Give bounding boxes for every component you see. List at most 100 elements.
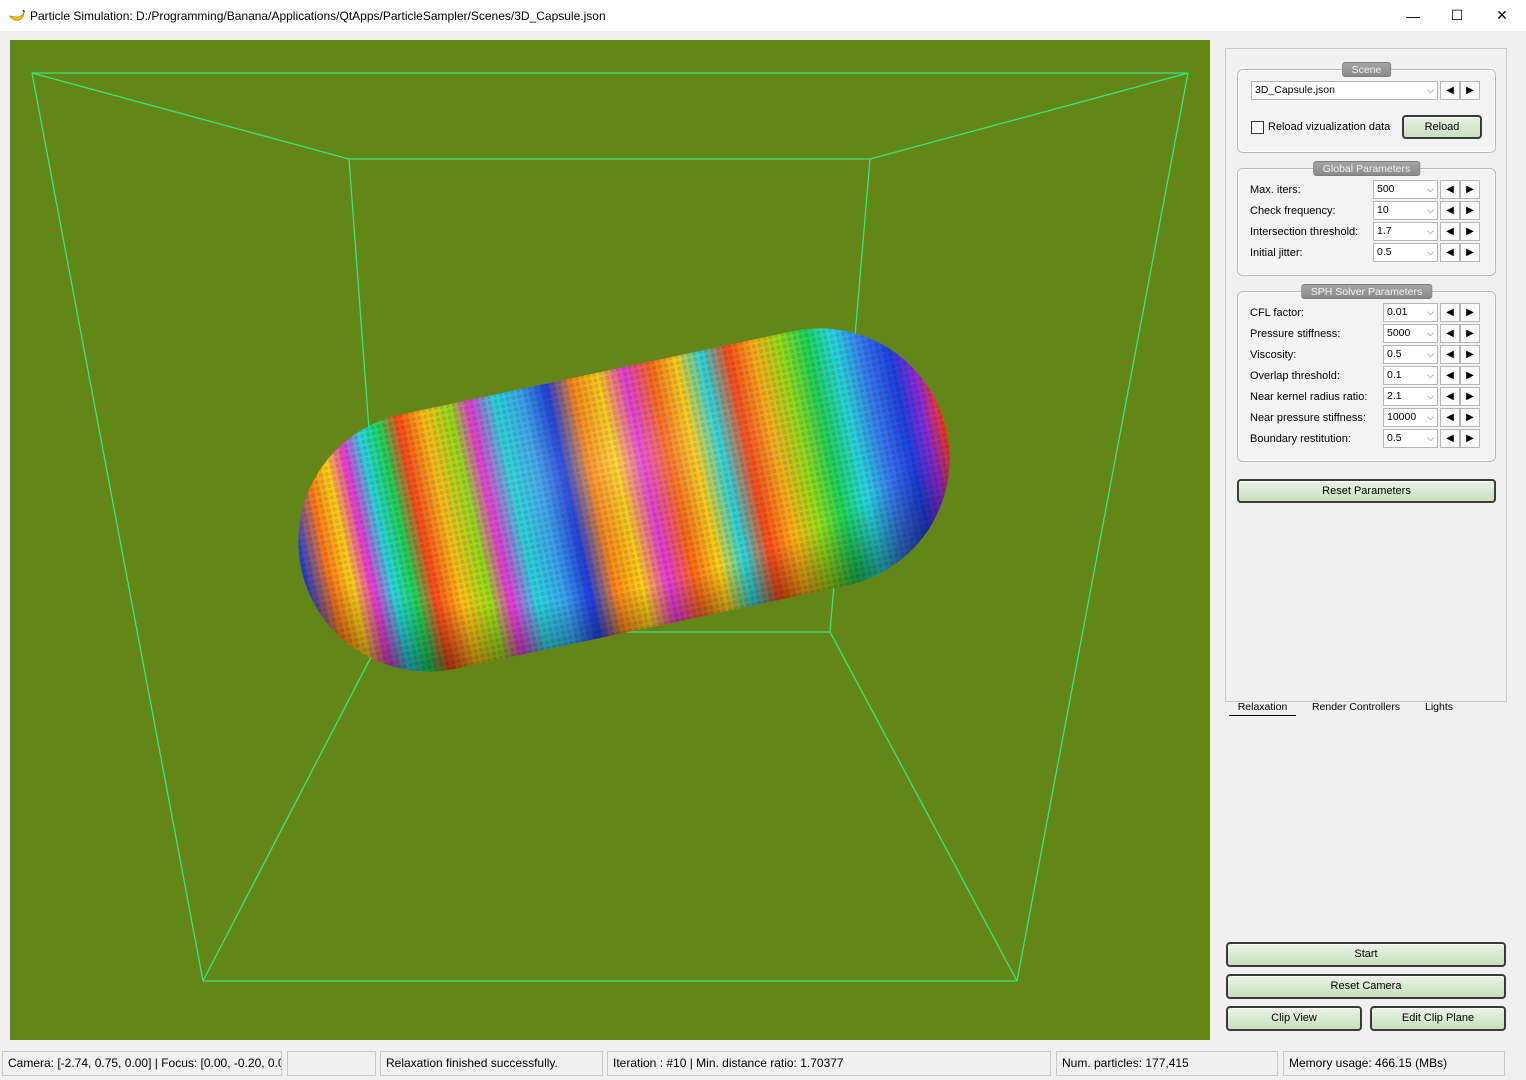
- global-param-row: Check frequency: 10 ⌵ ◀ ▶: [1238, 201, 1495, 222]
- chevron-down-icon: ⌵: [1427, 184, 1434, 194]
- clip-view-button[interactable]: Clip View: [1226, 1006, 1362, 1031]
- sph-param-increment-button[interactable]: ▶: [1460, 366, 1480, 385]
- global-param-value: 0.5: [1377, 246, 1392, 258]
- sph-param-increment-button[interactable]: ▶: [1460, 303, 1480, 322]
- sph-param-increment-button[interactable]: ▶: [1460, 345, 1480, 364]
- sph-param-value: 2.1: [1387, 390, 1402, 402]
- global-param-row: Intersection threshold: 1.7 ⌵ ◀ ▶: [1238, 222, 1495, 243]
- status-particles: Num. particles: 177,415: [1056, 1051, 1278, 1076]
- sph-param-row: Viscosity: 0.5 ⌵ ◀ ▶: [1238, 345, 1495, 366]
- triangle-right-icon: ▶: [1466, 328, 1474, 339]
- banana-app-icon: [9, 9, 25, 21]
- sph-parameters-group: SPH Solver Parameters CFL factor: 0.01 ⌵ ◀ ▶…: [1237, 284, 1496, 462]
- global-param-value-select[interactable]: 10 ⌵: [1373, 201, 1438, 220]
- sph-param-decrement-button[interactable]: ◀: [1440, 366, 1460, 385]
- global-param-value: 1.7: [1377, 225, 1392, 237]
- global-param-value: 10: [1377, 204, 1389, 216]
- sph-param-value: 5000: [1387, 327, 1411, 339]
- global-param-decrement-button[interactable]: ◀: [1440, 180, 1460, 199]
- window-title: Particle Simulation: D:/Programming/Bana…: [30, 9, 606, 23]
- sph-param-label: Overlap threshold:: [1250, 370, 1340, 382]
- sph-param-decrement-button[interactable]: ◀: [1440, 429, 1460, 448]
- sph-param-decrement-button[interactable]: ◀: [1440, 324, 1460, 343]
- tab-lights[interactable]: Lights: [1416, 701, 1462, 716]
- sph-param-increment-button[interactable]: ▶: [1460, 429, 1480, 448]
- reset-camera-button[interactable]: Reset Camera: [1226, 974, 1506, 999]
- tab-relaxation[interactable]: Relaxation: [1229, 701, 1296, 716]
- triangle-left-icon: ◀: [1446, 205, 1454, 216]
- relaxation-panel: Scene 3D_Capsule.json ⌵ ◀ ▶ Reload vizua…: [1225, 48, 1507, 702]
- scene-file-select[interactable]: 3D_Capsule.json ⌵: [1251, 81, 1438, 100]
- sph-param-row: Near pressure stiffness: 10000 ⌵ ◀ ▶: [1238, 408, 1495, 429]
- reset-parameters-button[interactable]: Reset Parameters: [1237, 479, 1496, 503]
- triangle-right-icon: ▶: [1466, 307, 1474, 318]
- render-viewport[interactable]: [10, 40, 1210, 1040]
- sph-param-value-select[interactable]: 10000 ⌵: [1383, 408, 1438, 427]
- global-param-label: Check frequency:: [1250, 205, 1336, 217]
- chevron-down-icon: ⌵: [1427, 226, 1434, 236]
- global-param-value-select[interactable]: 0.5 ⌵: [1373, 243, 1438, 262]
- sph-param-decrement-button[interactable]: ◀: [1440, 303, 1460, 322]
- sph-param-increment-button[interactable]: ▶: [1460, 408, 1480, 427]
- global-param-increment-button[interactable]: ▶: [1460, 243, 1480, 262]
- sph-param-value-select[interactable]: 2.1 ⌵: [1383, 387, 1438, 406]
- close-button[interactable]: ✕: [1479, 0, 1525, 31]
- sph-param-label: Boundary restitution:: [1250, 433, 1351, 445]
- sph-param-value: 0.1: [1387, 369, 1402, 381]
- sph-param-decrement-button[interactable]: ◀: [1440, 387, 1460, 406]
- scene-prev-button[interactable]: ◀: [1440, 81, 1460, 100]
- minimize-button[interactable]: —: [1390, 0, 1436, 31]
- close-icon: ✕: [1496, 7, 1508, 23]
- reload-button[interactable]: Reload: [1402, 115, 1482, 139]
- triangle-right-icon: ▶: [1466, 391, 1474, 402]
- global-parameters-title: Global Parameters: [1312, 161, 1421, 176]
- chevron-down-icon: ⌵: [1427, 205, 1434, 215]
- triangle-left-icon: ◀: [1446, 412, 1454, 423]
- triangle-right-icon: ▶: [1466, 370, 1474, 381]
- triangle-right-icon: ▶: [1466, 412, 1474, 423]
- chevron-down-icon: ⌵: [1427, 85, 1434, 95]
- scene-canvas[interactable]: [10, 40, 1210, 1040]
- global-param-increment-button[interactable]: ▶: [1460, 222, 1480, 241]
- reload-viz-checkbox[interactable]: [1251, 121, 1264, 134]
- global-param-decrement-button[interactable]: ◀: [1440, 222, 1460, 241]
- sph-param-row: Near kernel radius ratio: 2.1 ⌵ ◀ ▶: [1238, 387, 1495, 408]
- sph-param-increment-button[interactable]: ▶: [1460, 387, 1480, 406]
- triangle-left-icon: ◀: [1446, 226, 1454, 237]
- edit-clip-plane-button[interactable]: Edit Clip Plane: [1370, 1006, 1506, 1031]
- chevron-down-icon: ⌵: [1427, 328, 1434, 338]
- sph-param-value-select[interactable]: 0.5 ⌵: [1383, 345, 1438, 364]
- global-param-value-select[interactable]: 500 ⌵: [1373, 180, 1438, 199]
- sph-param-label: Pressure stiffness:: [1250, 328, 1341, 340]
- chevron-down-icon: ⌵: [1427, 433, 1434, 443]
- global-param-value-select[interactable]: 1.7 ⌵: [1373, 222, 1438, 241]
- status-memory: Memory usage: 466.15 (MBs): [1283, 1051, 1505, 1076]
- status-blank: [287, 1051, 376, 1076]
- global-param-increment-button[interactable]: ▶: [1460, 201, 1480, 220]
- tab-render-controllers[interactable]: Render Controllers: [1302, 701, 1410, 716]
- triangle-left-icon: ◀: [1446, 370, 1454, 381]
- sph-param-label: Near kernel radius ratio:: [1250, 391, 1368, 403]
- sph-parameters-title: SPH Solver Parameters: [1300, 284, 1433, 299]
- sph-param-value-select[interactable]: 5000 ⌵: [1383, 324, 1438, 343]
- global-param-decrement-button[interactable]: ◀: [1440, 243, 1460, 262]
- scene-next-button[interactable]: ▶: [1460, 81, 1480, 100]
- scene-group-title: Scene: [1341, 62, 1392, 77]
- sph-param-value: 10000: [1387, 411, 1417, 423]
- maximize-button[interactable]: ☐: [1434, 0, 1480, 31]
- triangle-left-icon: ◀: [1446, 247, 1454, 258]
- global-param-decrement-button[interactable]: ◀: [1440, 201, 1460, 220]
- chevron-down-icon: ⌵: [1427, 391, 1434, 401]
- sph-param-value-select[interactable]: 0.1 ⌵: [1383, 366, 1438, 385]
- sph-param-value-select[interactable]: 0.01 ⌵: [1383, 303, 1438, 322]
- sph-param-value-select[interactable]: 0.5 ⌵: [1383, 429, 1438, 448]
- chevron-down-icon: ⌵: [1427, 412, 1434, 422]
- global-param-increment-button[interactable]: ▶: [1460, 180, 1480, 199]
- scene-group: Scene 3D_Capsule.json ⌵ ◀ ▶ Reload vizua…: [1237, 62, 1496, 153]
- sph-param-increment-button[interactable]: ▶: [1460, 324, 1480, 343]
- start-button[interactable]: Start: [1226, 942, 1506, 967]
- global-param-row: Initial jitter: 0.5 ⌵ ◀ ▶: [1238, 243, 1495, 264]
- sph-param-decrement-button[interactable]: ◀: [1440, 345, 1460, 364]
- sph-param-decrement-button[interactable]: ◀: [1440, 408, 1460, 427]
- scene-file-value: 3D_Capsule.json: [1255, 84, 1335, 96]
